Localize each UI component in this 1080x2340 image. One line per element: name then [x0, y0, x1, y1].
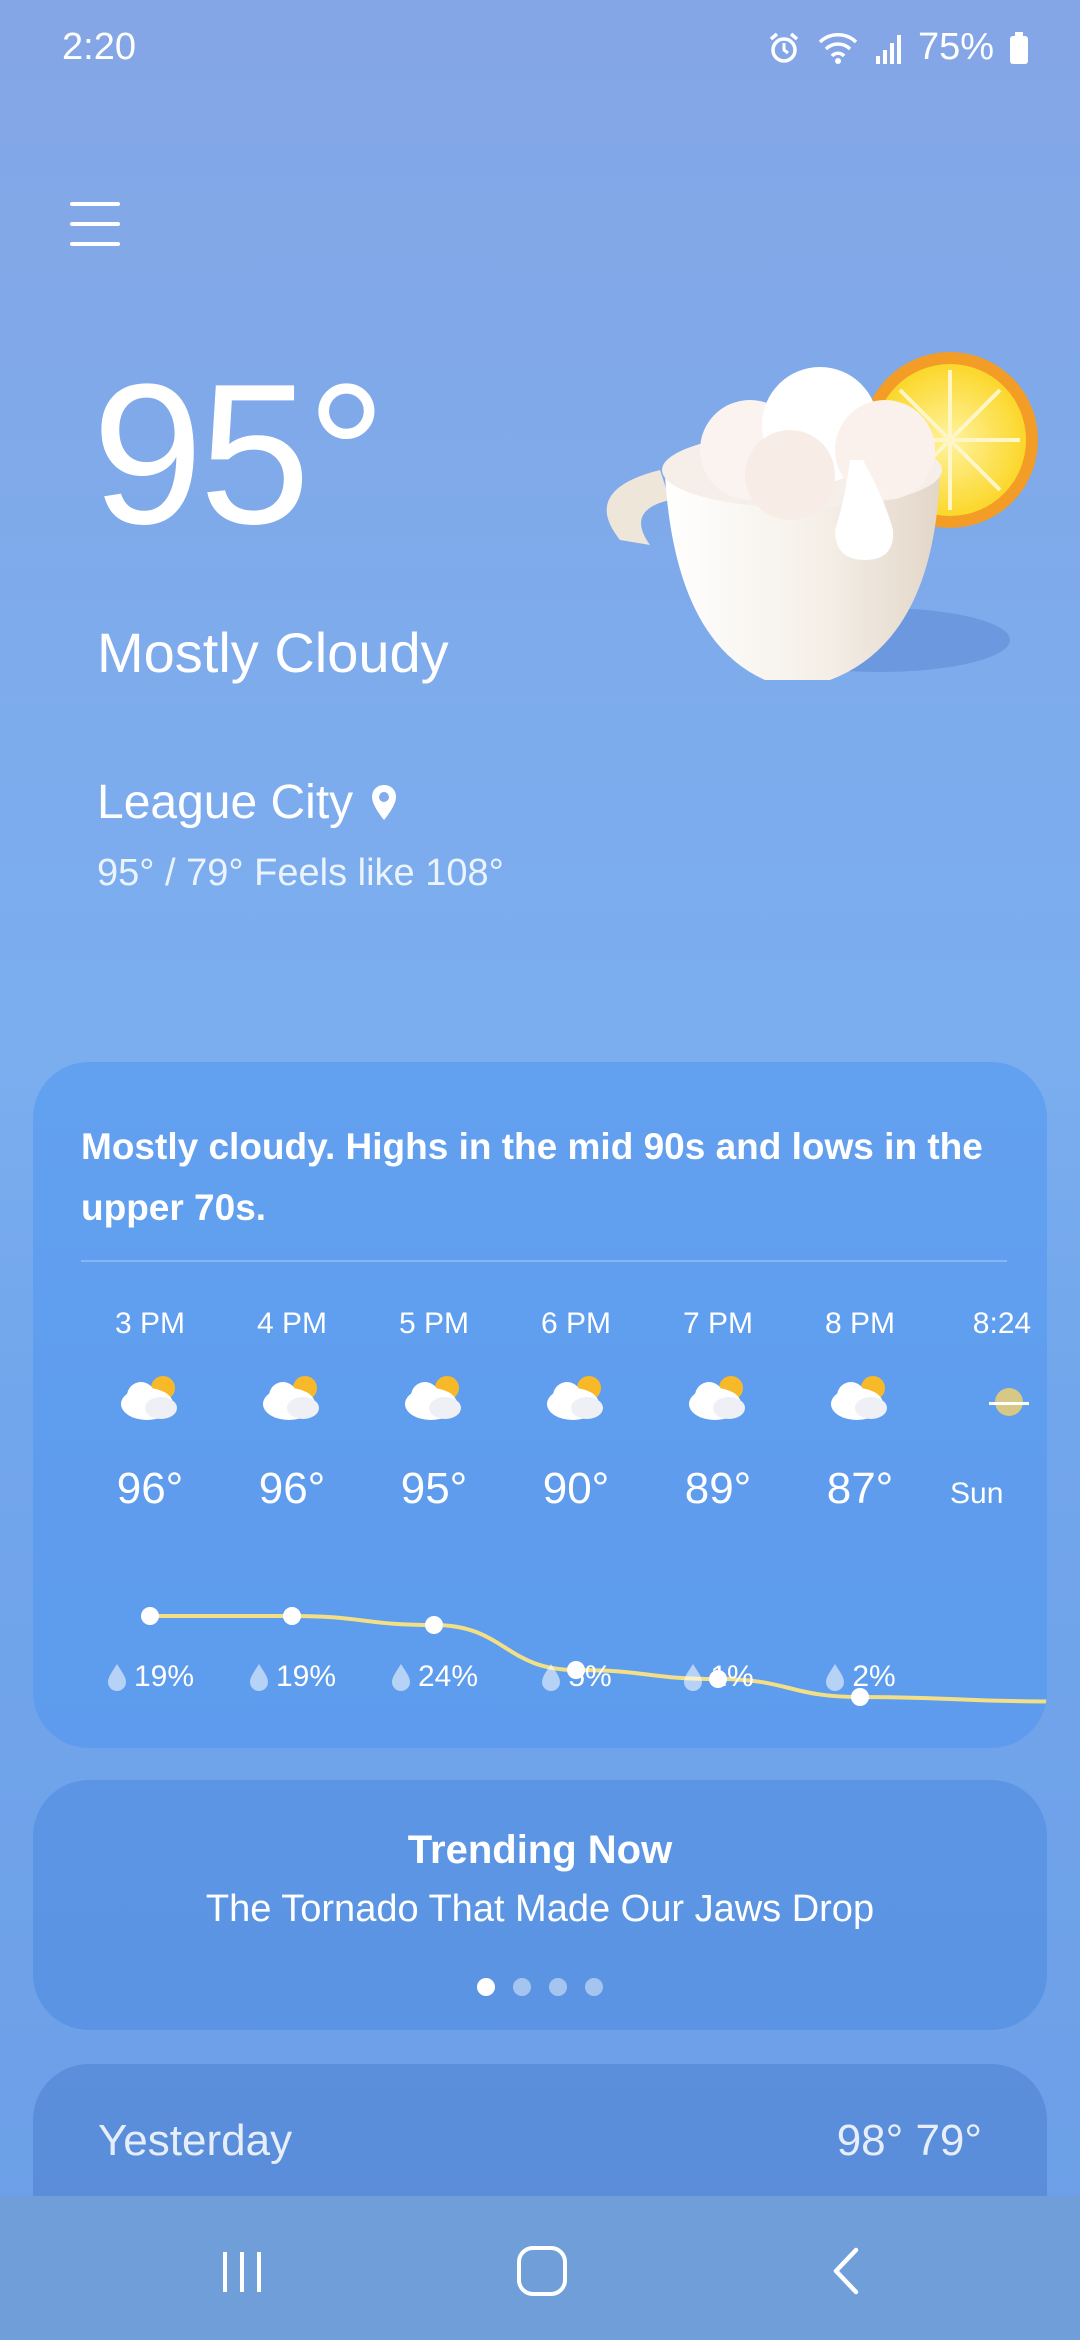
battery-percent: 75% — [917, 26, 994, 68]
back-button[interactable] — [806, 2236, 886, 2306]
sunset-icon — [989, 1388, 1029, 1416]
precip-value: 19% — [133, 1660, 195, 1693]
hour-precipitation: 1% — [648, 1660, 788, 1694]
partly-cloudy-icon — [689, 1376, 745, 1420]
raindrop-icon — [391, 1664, 410, 1691]
temperature-trend-line — [141, 1607, 1047, 1706]
trending-card[interactable]: Trending Now The Tornado That Made Our J… — [33, 1780, 1047, 2030]
precip-value: 5% — [568, 1660, 612, 1693]
hour-temp: Sun — [950, 1477, 1004, 1510]
location-name: League City — [97, 776, 354, 829]
hour-temp: 96° — [258, 1464, 326, 1513]
hour-temp: 89° — [684, 1464, 752, 1513]
home-button[interactable] — [502, 2236, 582, 2306]
status-time: 2:20 — [62, 26, 136, 68]
partly-cloudy-icon — [263, 1376, 319, 1420]
raindrop-icon — [542, 1664, 561, 1691]
raindrop-icon — [684, 1664, 703, 1691]
page-dot[interactable] — [477, 1978, 495, 1996]
recent-apps-icon — [223, 2252, 261, 2292]
raindrop-icon — [826, 1664, 845, 1691]
trend-point — [141, 1607, 159, 1625]
page-dot[interactable] — [513, 1978, 531, 1996]
hamburger-icon — [70, 202, 120, 206]
trending-title: Trending Now — [407, 1828, 673, 1872]
yesterday-temps: 98° 79° — [836, 2116, 982, 2165]
hour-time: 6 PM — [540, 1307, 612, 1340]
hour-time: 8 PM — [824, 1307, 896, 1340]
navigation-bar — [0, 2196, 1080, 2340]
hourly-forecast[interactable]: 3 PM 96° 19% 4 PM 96° 19% 5 PM 95° 24% 6 PM 90° 5% 7… — [33, 1062, 1047, 1748]
yesterday-label: Yesterday — [98, 2116, 293, 2165]
weather-illustration — [606, 352, 1038, 680]
current-condition: Mostly Cloudy — [97, 621, 449, 684]
hour-time: 7 PM — [682, 1307, 754, 1340]
hour-time: 8:24 — [972, 1307, 1032, 1340]
hour-precipitation: 19% — [80, 1660, 220, 1694]
hour-temp: 87° — [826, 1464, 894, 1513]
alarm-icon — [769, 32, 799, 63]
page-dot[interactable] — [549, 1978, 567, 1996]
hour-precipitation: 24% — [364, 1660, 504, 1694]
hour-precipitation: 5% — [506, 1660, 646, 1694]
trend-point — [283, 1607, 301, 1625]
page-indicator — [33, 1978, 1047, 1996]
home-icon — [517, 2246, 567, 2296]
status-bar: 2:20 75% — [0, 0, 1080, 100]
trend-point — [425, 1616, 443, 1634]
hour-temp: 95° — [400, 1464, 468, 1513]
raindrop-icon — [249, 1664, 268, 1691]
menu-button[interactable] — [70, 198, 122, 250]
hour-time: 4 PM — [256, 1307, 328, 1340]
partly-cloudy-icon — [405, 1376, 461, 1420]
location-pin-icon — [372, 784, 397, 820]
hi-lo-feels-like: 95° / 79° Feels like 108° — [97, 852, 504, 894]
partly-cloudy-icon — [547, 1376, 603, 1420]
raindrop-icon — [107, 1664, 126, 1691]
hour-temp: 96° — [116, 1464, 184, 1513]
hour-time: 3 PM — [114, 1307, 186, 1340]
back-icon — [833, 2247, 859, 2295]
precip-value: 2% — [852, 1660, 896, 1693]
wifi-icon — [818, 32, 858, 64]
partly-cloudy-icon — [831, 1376, 887, 1420]
hour-temp: 90° — [542, 1464, 610, 1513]
recent-apps-button[interactable] — [202, 2236, 282, 2306]
trending-headline[interactable]: The Tornado That Made Our Jaws Drop — [33, 1888, 1047, 1931]
location[interactable]: League City — [97, 775, 399, 830]
status-icons: 75% — [766, 26, 1030, 69]
battery-icon — [1010, 31, 1028, 64]
precip-value: 1% — [710, 1660, 754, 1693]
page-dot[interactable] — [585, 1978, 603, 1996]
signal-icon — [875, 34, 901, 64]
precip-value: 24% — [417, 1660, 479, 1693]
current-temperature: 95° — [92, 343, 386, 566]
hour-precipitation: 19% — [222, 1660, 362, 1694]
partly-cloudy-icon — [121, 1376, 177, 1420]
precip-value: 19% — [275, 1660, 337, 1693]
hour-time: 5 PM — [398, 1307, 470, 1340]
hour-precipitation: 2% — [790, 1660, 930, 1694]
forecast-card[interactable]: Mostly cloudy. Highs in the mid 90s and … — [33, 1062, 1047, 1748]
